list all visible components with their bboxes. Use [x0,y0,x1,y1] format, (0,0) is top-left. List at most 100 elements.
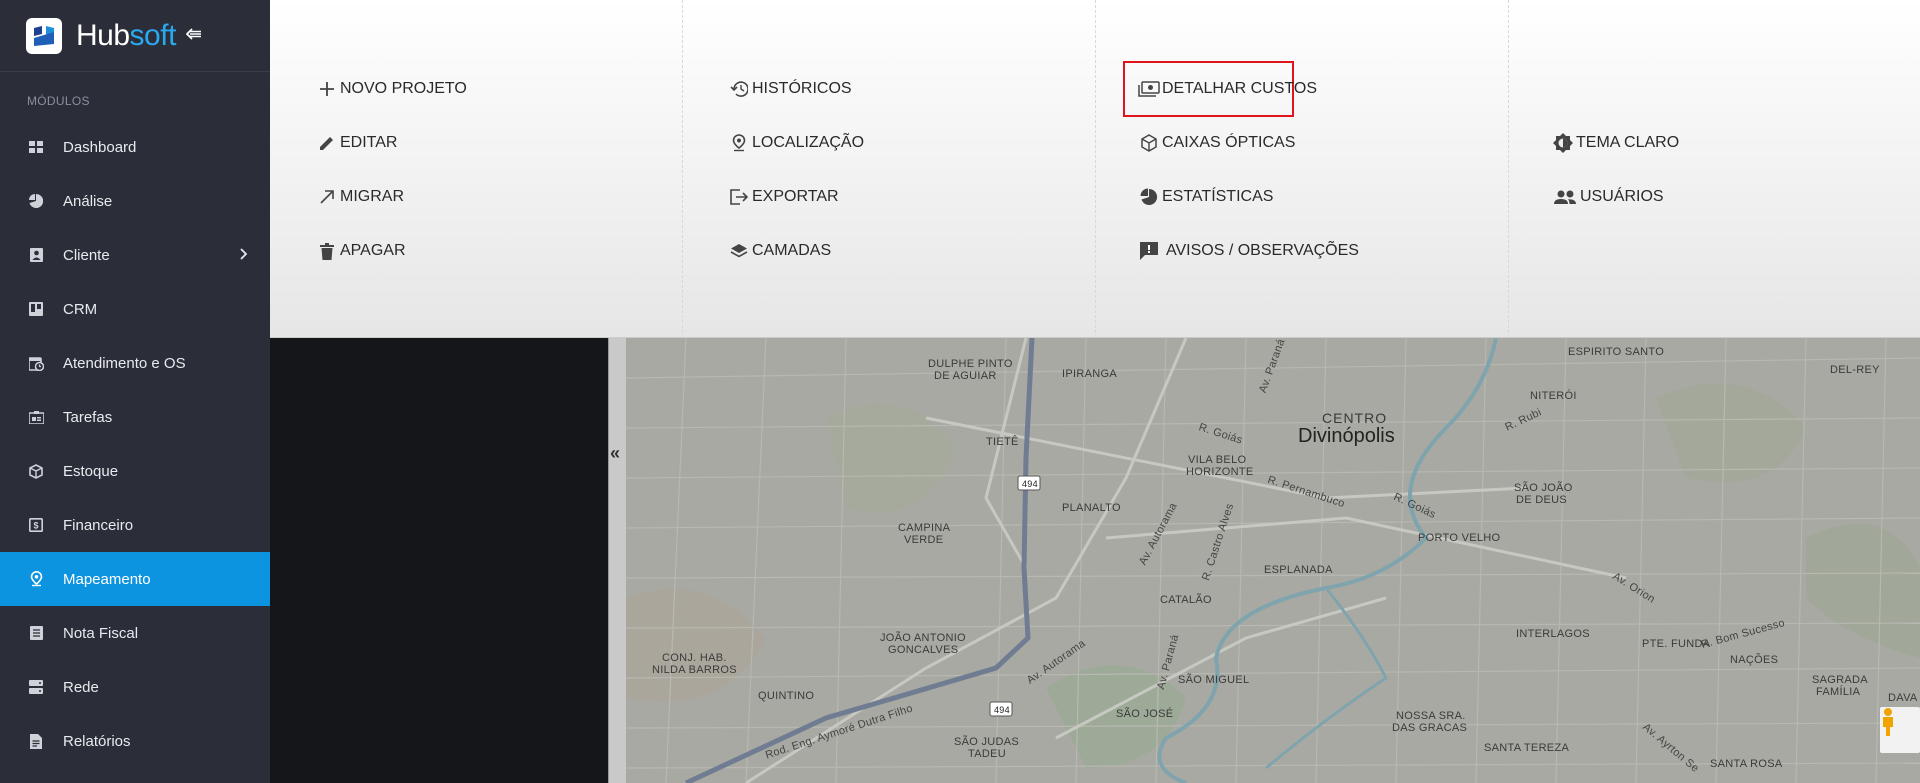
sidebar-item-label: Dashboard [63,138,137,156]
arrow-up-right-icon [316,186,338,208]
sidebar-item-cliente[interactable]: Cliente [0,228,270,282]
brand-name: Hubsoft [76,18,176,52]
map-label: PLANALTO [1062,502,1121,514]
street-view-pegman-icon[interactable] [1880,707,1920,753]
map-label: VILA BELO [1188,454,1247,466]
sidebar-item-label: Estoque [63,462,119,480]
map-label: SÃO MIGUEL [1178,674,1250,686]
users-icon [1552,186,1578,208]
menu-item-label: HISTÓRICOS [752,80,852,97]
svg-text:$: $ [33,521,38,531]
map-label: DAS GRACAS [1392,722,1468,734]
sidebar-item-estoque[interactable]: Estoque [0,444,270,498]
camadas-button[interactable]: CAMADAS [728,240,831,262]
map-label: TADEU [968,748,1006,760]
apagar-button[interactable]: APAGAR [316,240,406,262]
map-label: SÃO JOÃO [1514,482,1573,494]
tema-claro-button[interactable]: TEMA CLARO [1552,132,1679,154]
map-label: ESPIRITO SANTO [1568,346,1665,358]
menu-item-label: CAMADAS [752,242,832,259]
menu-item-label: LOCALIZAÇÃO [752,134,865,151]
novo-projeto-button[interactable]: NOVO PROJETO [316,78,467,100]
route-shield-label: 494 [994,705,1010,715]
sidebar-item-nota-fiscal[interactable]: Nota Fiscal [0,606,270,660]
sidebar-item-dashboard[interactable]: Dashboard [0,120,270,174]
map-label: DEL-REY [1830,364,1880,376]
map-label: NOSSA SRA. [1396,710,1466,722]
sidebar-item-rede[interactable]: Rede [0,660,270,714]
pie-chart-icon [28,193,44,209]
dashboard-icon [28,139,44,155]
menu-item-label: TEMA CLARO [1576,134,1680,151]
alert-comment-icon [1138,240,1160,262]
sidebar-item-label: Análise [63,192,113,210]
map-label: JOÃO ANTONIO [880,632,966,644]
route-shield-label: 494 [1022,479,1038,489]
report-icon [28,733,44,749]
map-view[interactable]: DULPHE PINTO DE AGUIAR IPIRANGA ESPIRITO… [626,338,1920,783]
editar-button[interactable]: EDITAR [316,132,397,154]
map-label: CENTRO [1322,410,1388,426]
kanban-icon [28,301,44,317]
plus-icon [316,78,338,100]
detalhar-custos-button[interactable]: DETALHAR CUSTOS [1138,78,1317,100]
map-label: DAVA [1888,692,1918,704]
menu-item-label: EDITAR [340,134,398,151]
hubsoft-logo-icon[interactable] [26,17,62,54]
sidebar-item-label: CRM [63,300,98,318]
exportar-button[interactable]: EXPORTAR [728,186,839,208]
export-icon [728,186,750,208]
migrar-button[interactable]: MIGRAR [316,186,404,208]
money-icon: $ [28,517,44,533]
task-card-icon [28,409,44,425]
sidebar-item-label: Rede [63,678,99,696]
box-icon [28,463,44,479]
map-label: SÃO JUDAS [954,736,1020,748]
sidebar-item-tarefas[interactable]: Tarefas [0,390,270,444]
map-panel-divider[interactable] [608,338,626,783]
map-label: QUINTINO [758,690,815,702]
menu-item-label: DETALHAR CUSTOS [1162,80,1317,97]
sidebar-item-crm[interactable]: CRM [0,282,270,336]
sidebar-item-atendimento-os[interactable]: Atendimento e OS [0,336,270,390]
brightness-icon [1552,132,1574,154]
map-label: NAÇÕES [1730,654,1779,666]
map-label: DE AGUIAR [934,370,997,382]
map-label: SÃO JOSÉ [1116,708,1174,720]
sidebar-item-mapeamento[interactable]: Mapeamento [0,552,270,606]
map-label: VERDE [904,534,944,546]
calendar-clock-icon [28,355,44,371]
sidebar-item-label: Tarefas [63,408,113,426]
sidebar-section-title: MÓDULOS [27,94,90,108]
invoice-icon [28,625,44,641]
map-label: NILDA BARROS [652,664,737,676]
map-pin-icon [28,571,44,587]
sidebar-item-relatorios[interactable]: Relatórios [0,714,270,768]
avisos-observacoes-button[interactable]: AVISOS / OBSERVAÇÕES [1138,240,1359,262]
map-label: CONJ. HAB. [662,652,727,664]
location-pin-icon [728,132,750,154]
map-label: NITERÓI [1530,390,1577,402]
estatisticas-button[interactable]: ESTATÍSTICAS [1138,186,1273,208]
localizacao-button[interactable]: LOCALIZAÇÃO [728,132,864,154]
sidebar-item-label: Atendimento e OS [63,354,186,372]
map-label: SANTA TEREZA [1484,742,1570,754]
sidebar-item-label: Cliente [63,246,110,264]
map-city-label: Divinópolis [1298,425,1395,447]
usuarios-button[interactable]: USUÁRIOS [1552,186,1664,208]
sidebar-item-financeiro[interactable]: $ Financeiro [0,498,270,552]
map-label: DE DEUS [1516,494,1567,506]
collapse-sidebar-icon[interactable] [185,24,202,47]
double-chevron-left-icon[interactable]: « [610,443,620,464]
brand-header: Hubsoft [0,0,270,72]
historicos-button[interactable]: HISTÓRICOS [728,78,852,100]
map-label: HORIZONTE [1186,466,1254,478]
map-label: PORTO VELHO [1418,532,1501,544]
sidebar-item-analise[interactable]: Análise [0,174,270,228]
map-label: TIETÊ [986,436,1019,448]
map-label: SANTA ROSA [1710,758,1783,770]
map-label: SAGRADA [1812,674,1868,686]
map-label: IPIRANGA [1062,368,1117,380]
menu-column-settings [1509,0,1920,338]
caixas-opticas-button[interactable]: CAIXAS ÓPTICAS [1138,132,1295,154]
